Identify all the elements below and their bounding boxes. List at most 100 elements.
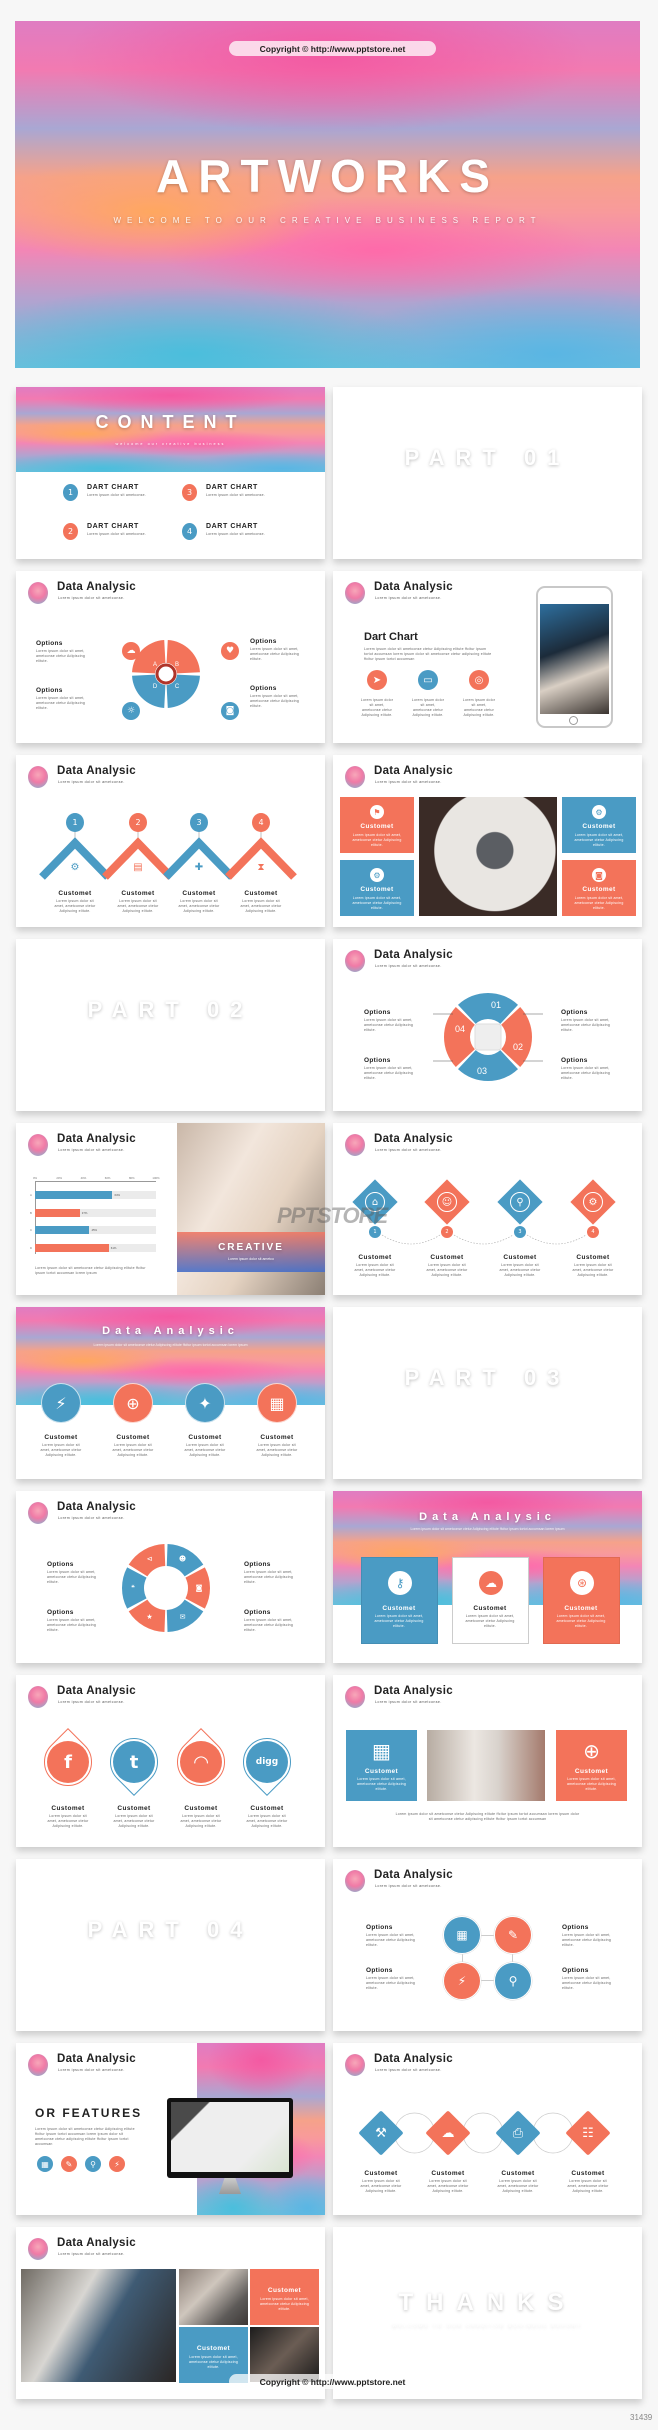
cloud-upload-icon: ☁ [485, 1576, 497, 1590]
number-badge: 2 [63, 523, 78, 540]
item-label: Customet [431, 2170, 465, 2177]
slide-phone[interactable]: Data Analysic Lorem ipsum dolor sit ametc… [333, 571, 642, 743]
collage-photo [21, 2269, 176, 2382]
facebook-icon: f [64, 1751, 72, 1773]
card-text: Lorem ipsum dolor sit amet, ametconse ct… [352, 896, 402, 910]
content-item[interactable]: 4 DART CHART Lorem ipsum dolor sit ametcon… [182, 523, 292, 543]
search-icon: ⚲ [516, 1196, 524, 1208]
icon-text: Lorem ipsum dolor sit amet, ametconse ct… [360, 698, 394, 717]
pencil-badge: ✎ [61, 2156, 77, 2172]
phone-mockup [536, 586, 613, 728]
bar [35, 1208, 80, 1217]
slide-cross[interactable]: Data Analysic Lorem ipsum dolor sit ametc… [333, 1859, 642, 2031]
slide-part[interactable]: PART 02 Lorem ipsum dolor sit ametconse c… [16, 939, 325, 1111]
card-icon-holder: ⚷ [388, 1571, 412, 1595]
customet-card[interactable]: ⚙ Customet Lorem ipsum dolor sit amet, ame… [340, 860, 414, 916]
option-text: Lorem ipsum dolor sit amet, ametconse ct… [562, 1976, 611, 1990]
customet-card[interactable]: ⚙ Customet Lorem ipsum dolor sit amet, ame… [562, 797, 636, 853]
facebook-badge: f [47, 1741, 89, 1783]
customet-card[interactable]: ⚑ Customet Lorem ipsum dolor sit amet, ame… [340, 797, 414, 853]
content-title: CONTENT [95, 412, 246, 432]
option-title: Options [562, 1967, 589, 1974]
star-icon: ★ [146, 1612, 153, 1621]
slide-laptop[interactable]: Data Analysic Lorem ipsum dolor sit ametc… [333, 755, 642, 927]
tools-icon: ⚒ [375, 2125, 387, 2141]
slide-title: Data Analysic [374, 1869, 453, 1881]
calendar-icon: ▦ [41, 2159, 49, 2169]
card-icon-holder: ⚑ [370, 805, 384, 819]
banner-title: Data Analysic [419, 1511, 556, 1523]
slide-headcircles[interactable]: Data Analysic Lorem ipsum dolor sit ametc… [16, 1307, 325, 1479]
part-title: PART 01 [404, 445, 571, 470]
segment-number: 01 [491, 1000, 501, 1010]
content-item[interactable]: 1 DART CHART Lorem ipsum dolor sit ametcon… [63, 484, 173, 504]
chart-text: Lorem ipsum dolor sit ametconse ctetur A… [35, 1266, 146, 1275]
icon-text: Lorem ipsum dolor sit amet, ametconse ct… [462, 698, 496, 717]
cloud-transfer-icon: ☁ [441, 2125, 455, 2141]
search-badge: ⚲ [85, 2156, 101, 2172]
slide-features[interactable]: Data Analysic Lorem ipsum dolor sit ametc… [16, 2043, 325, 2215]
slide-title: Data Analysic [57, 1133, 136, 1145]
option-block: Options Lorem ipsum dolor sit amet, ametc… [562, 1967, 614, 1991]
option-block: Options Lorem ipsum dolor sit amet, ametc… [366, 1924, 418, 1948]
part-text: Lorem ipsum dolor sit ametconse ctetur A… [410, 485, 565, 489]
bar [35, 1191, 113, 1199]
slide-wheel[interactable]: Data Analysic Lorem ipsum dolor sit ametc… [16, 571, 325, 743]
option-block: Options Lorem ipsum dolor sit amet, ametc… [47, 1561, 99, 1585]
step-number: 1 [66, 813, 84, 832]
content-subtitle: welcome our creative business [115, 442, 226, 446]
tick-label: 100% [152, 1176, 160, 1180]
customet-card[interactable]: ▦ Customet Lorem ipsum dolor sit amet, ame… [346, 1730, 417, 1801]
item-label: DART CHART [87, 484, 139, 491]
part-text: Lorem ipsum dolor sit ametconse ctetur A… [93, 1037, 248, 1041]
slide-photoboxes[interactable]: Data Analysic Lorem ipsum dolor sit ametc… [333, 1675, 642, 1847]
slide-part[interactable]: PART 04 Lorem ipsum dolor sit ametconse c… [16, 1859, 325, 2031]
option-title: Options [364, 1057, 391, 1064]
slide-part[interactable]: PART 01 Lorem ipsum dolor sit ametconse c… [333, 387, 642, 559]
option-text: Lorem ipsum dolor sit amet, ametconse ct… [250, 647, 299, 661]
customet-card[interactable]: ◙ Customet Lorem ipsum dolor sit amet, ame… [562, 860, 636, 916]
lightbulb-badge: ☼ [122, 702, 140, 720]
item-label: Customet [576, 1254, 610, 1261]
card-icon-holder: ⚙ [370, 868, 384, 882]
mail-icon: ✉ [179, 1612, 186, 1621]
customet-card[interactable]: ☁ Customet Lorem ipsum dolor sit amet, ame… [452, 1557, 529, 1644]
slide-ring[interactable]: Data Analysic Lorem ipsum dolor sit ametc… [16, 1491, 325, 1663]
content-item[interactable]: 2 DART CHART Lorem ipsum dolor sit ametcon… [63, 523, 173, 543]
cover-subtitle: WELCOME TO OUR CREATIVE BUSINESS REPORT [113, 216, 542, 225]
item-text: Lorem ipsum dolor sit amet, ametconse ct… [117, 899, 159, 913]
slide-logo [28, 1686, 48, 1708]
slide-part[interactable]: PART 03 Lorem ipsum dolor sit ametconse c… [333, 1307, 642, 1479]
value-label: 61% [110, 1245, 117, 1250]
item-text: Lorem ipsum dolor sit amet, ametconse ct… [567, 2179, 609, 2193]
content-item[interactable]: 3 DART CHART Lorem ipsum dolor sit ametcon… [182, 484, 292, 504]
printer-icon: ⎙ [512, 2125, 524, 2141]
slide-arrows[interactable]: Data Analysic Lorem ipsum dolor sit ametc… [16, 755, 325, 927]
slide-content[interactable]: CONTENT welcome our creative business 1 DAR… [16, 387, 325, 559]
customet-card[interactable]: Customet Lorem ipsum dolor sit amet, amet… [250, 2269, 319, 2325]
item-text: Lorem ipsum dolor sit ametconse. [87, 532, 146, 536]
bolt-badge: ⚡ [41, 1383, 81, 1423]
item-text: Lorem ipsum dolor sit amet, ametconse ct… [112, 1443, 154, 1457]
customet-card[interactable]: ⊛ Customet Lorem ipsum dolor sit amet, ame… [543, 1557, 620, 1644]
slide-linked[interactable]: Data Analysic Lorem ipsum dolor sit ametc… [333, 2043, 642, 2215]
banner-text: Lorem ipsum dolor sit ametconse ctetur A… [410, 1527, 565, 1531]
slide-title: Data Analysic [374, 765, 453, 777]
creative-subtitle: Lorem ipsum dolor sit ametco [228, 1257, 274, 1261]
item-text: Lorem ipsum dolor sit amet, ametconse ct… [256, 1443, 298, 1457]
slide-social[interactable]: Data Analysic Lorem ipsum dolor sit ametc… [16, 1675, 325, 1847]
monitor-photo [171, 2102, 289, 2172]
slide-quad[interactable]: Data Analysic Lorem ipsum dolor sit ametc… [333, 939, 642, 1111]
calendar-badge: ▦ [443, 1916, 481, 1954]
axis-line [35, 1181, 156, 1182]
option-title: Options [250, 638, 277, 645]
calendar-icon: ▦ [372, 1738, 391, 1763]
medical-icon: ✚ [194, 861, 204, 873]
customet-card[interactable]: ⊕ Customet Lorem ipsum dolor sit amet, ame… [556, 1730, 627, 1801]
slide-title: Data Analysic [374, 1685, 453, 1697]
slide-headboxes[interactable]: Data Analysic Lorem ipsum dolor sit ametc… [333, 1491, 642, 1663]
option-text: Lorem ipsum dolor sit amet, ametconse ct… [36, 649, 85, 663]
card-text: Lorem ipsum dolor sit amet, ametconse ct… [374, 1614, 424, 1628]
settings-icon: ⚙ [373, 870, 381, 880]
customet-card[interactable]: ⚷ Customet Lorem ipsum dolor sit amet, ame… [361, 1557, 438, 1644]
